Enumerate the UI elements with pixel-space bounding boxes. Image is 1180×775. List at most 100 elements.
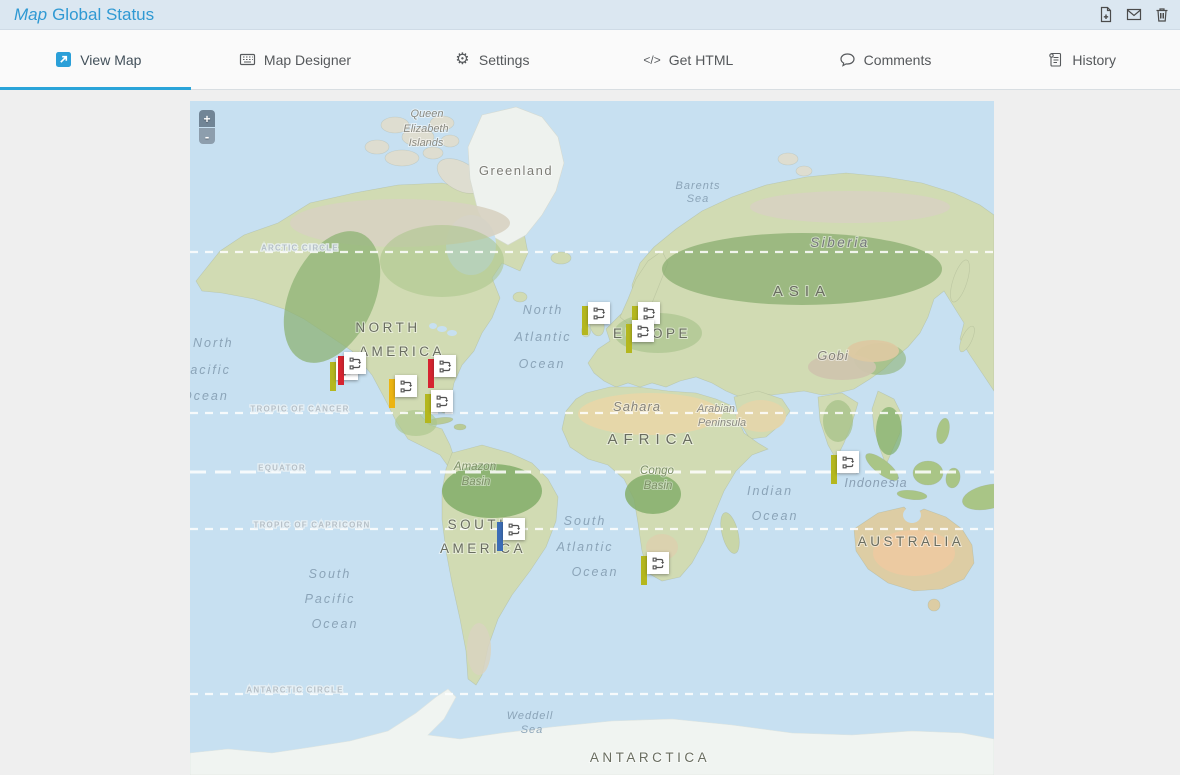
map-marker[interactable] <box>389 375 417 409</box>
map-label: Ocean <box>312 617 359 631</box>
map-label: Congo <box>640 465 674 477</box>
world-map-tiles: ARCTIC CIRCLETROPIC OF CANCEREQUATORTROP… <box>190 101 994 775</box>
marker-tile <box>632 320 654 342</box>
tab-map-designer[interactable]: Map Designer <box>197 30 394 89</box>
map-label: Basin <box>462 476 491 488</box>
map-label: NORTH <box>355 320 420 335</box>
map-label: Barents <box>676 180 721 192</box>
export-report-icon[interactable] <box>1098 6 1114 23</box>
process-icon <box>435 394 450 409</box>
map-label: Basin <box>644 480 673 492</box>
map-marker[interactable] <box>626 320 654 354</box>
header-toolbar <box>1098 6 1170 23</box>
map-canvas[interactable]: ARCTIC CIRCLETROPIC OF CANCEREQUATORTROP… <box>190 101 994 775</box>
marker-tile <box>503 518 525 540</box>
graticule-label: ANTARCTIC CIRCLE <box>246 686 343 695</box>
graticule-label: ARCTIC CIRCLE <box>261 244 339 253</box>
process-icon <box>592 306 607 321</box>
map-designer-icon <box>239 51 256 68</box>
map-label: Ocean <box>752 509 799 523</box>
map-label: South <box>309 567 352 581</box>
process-icon <box>348 356 363 371</box>
map-label: ASIA <box>773 283 831 300</box>
map-label: Islands <box>409 137 444 149</box>
tab-label: History <box>1072 52 1116 68</box>
map-label: Atlantic <box>514 330 572 344</box>
map-label: Queen <box>410 108 443 120</box>
app-header: Map Global Status <box>0 0 1180 30</box>
map-label: South <box>564 514 607 528</box>
settings-gear-icon: ⚙ <box>454 51 471 68</box>
map-label: Sea <box>521 724 544 736</box>
map-marker[interactable] <box>425 390 453 424</box>
map-label: North <box>523 303 564 317</box>
marker-tile <box>434 355 456 377</box>
map-label: North <box>193 336 234 350</box>
map-label: Pacific <box>190 363 231 377</box>
tab-view-map[interactable]: View Map <box>0 30 197 89</box>
map-label: Weddell <box>507 710 554 722</box>
map-label: Peninsula <box>698 417 746 429</box>
map-marker[interactable] <box>338 352 366 386</box>
map-label: AUSTRALIA <box>858 534 965 549</box>
map-marker[interactable] <box>428 355 456 389</box>
map-label: Sahara <box>613 399 661 414</box>
process-icon <box>841 455 856 470</box>
zoom-in-button[interactable]: + <box>199 110 215 127</box>
map-label: AFRICA <box>607 431 698 448</box>
map-label: Sea <box>687 193 710 205</box>
map-label: ANTARCTICA <box>590 750 710 765</box>
graticule-label: TROPIC OF CAPRICORN <box>253 521 370 530</box>
tab-label: View Map <box>80 52 141 68</box>
process-icon <box>507 522 522 537</box>
map-label: Pacific <box>305 592 356 606</box>
map-label: Ocean <box>519 357 566 371</box>
marker-tile <box>837 451 859 473</box>
map-label: Gobi <box>817 348 849 363</box>
marker-tile <box>344 352 366 374</box>
process-icon <box>642 306 657 321</box>
map-label: Elizabeth <box>403 123 448 135</box>
tab-comments[interactable]: Comments <box>787 30 984 89</box>
map-label: Atlantic <box>556 540 614 554</box>
marker-tile <box>431 390 453 412</box>
map-label: Amazon <box>453 461 496 473</box>
zoom-out-button[interactable]: - <box>199 128 215 144</box>
delete-icon[interactable] <box>1154 6 1170 23</box>
map-label: Arabian <box>696 403 735 415</box>
map-zoom-control: + - <box>199 110 215 144</box>
comments-icon <box>839 51 856 68</box>
tab-settings[interactable]: ⚙ Settings <box>393 30 590 89</box>
tab-history[interactable]: History <box>983 30 1180 89</box>
map-label: Greenland <box>479 163 553 178</box>
tab-label: Get HTML <box>669 52 734 68</box>
map-label: Indian <box>747 484 793 498</box>
page-title-name: Global Status <box>52 5 154 24</box>
map-marker[interactable] <box>641 552 669 586</box>
map-marker[interactable] <box>831 451 859 485</box>
process-icon <box>399 379 414 394</box>
tab-get-html[interactable]: </> Get HTML <box>590 30 787 89</box>
page-title-type: Map <box>14 5 47 24</box>
graticule-label: EQUATOR <box>258 464 306 473</box>
tab-label: Map Designer <box>264 52 351 68</box>
view-map-icon <box>55 51 72 68</box>
email-icon[interactable] <box>1126 6 1142 23</box>
process-icon <box>636 324 651 339</box>
tab-bar: View Map Map Designer ⚙ Settings </> Get… <box>0 30 1180 90</box>
map-label: Ocean <box>572 565 619 579</box>
process-icon <box>438 359 453 374</box>
marker-tile <box>647 552 669 574</box>
tab-label: Settings <box>479 52 530 68</box>
marker-tile <box>588 302 610 324</box>
tab-label: Comments <box>864 52 932 68</box>
map-marker[interactable] <box>497 518 525 552</box>
map-label: Siberia <box>810 235 870 250</box>
process-icon <box>651 556 666 571</box>
marker-tile <box>395 375 417 397</box>
map-marker[interactable] <box>582 302 610 336</box>
history-icon <box>1047 51 1064 68</box>
page-title: Map Global Status <box>14 5 154 25</box>
code-icon: </> <box>643 51 660 68</box>
map-label: Ocean <box>190 389 229 403</box>
